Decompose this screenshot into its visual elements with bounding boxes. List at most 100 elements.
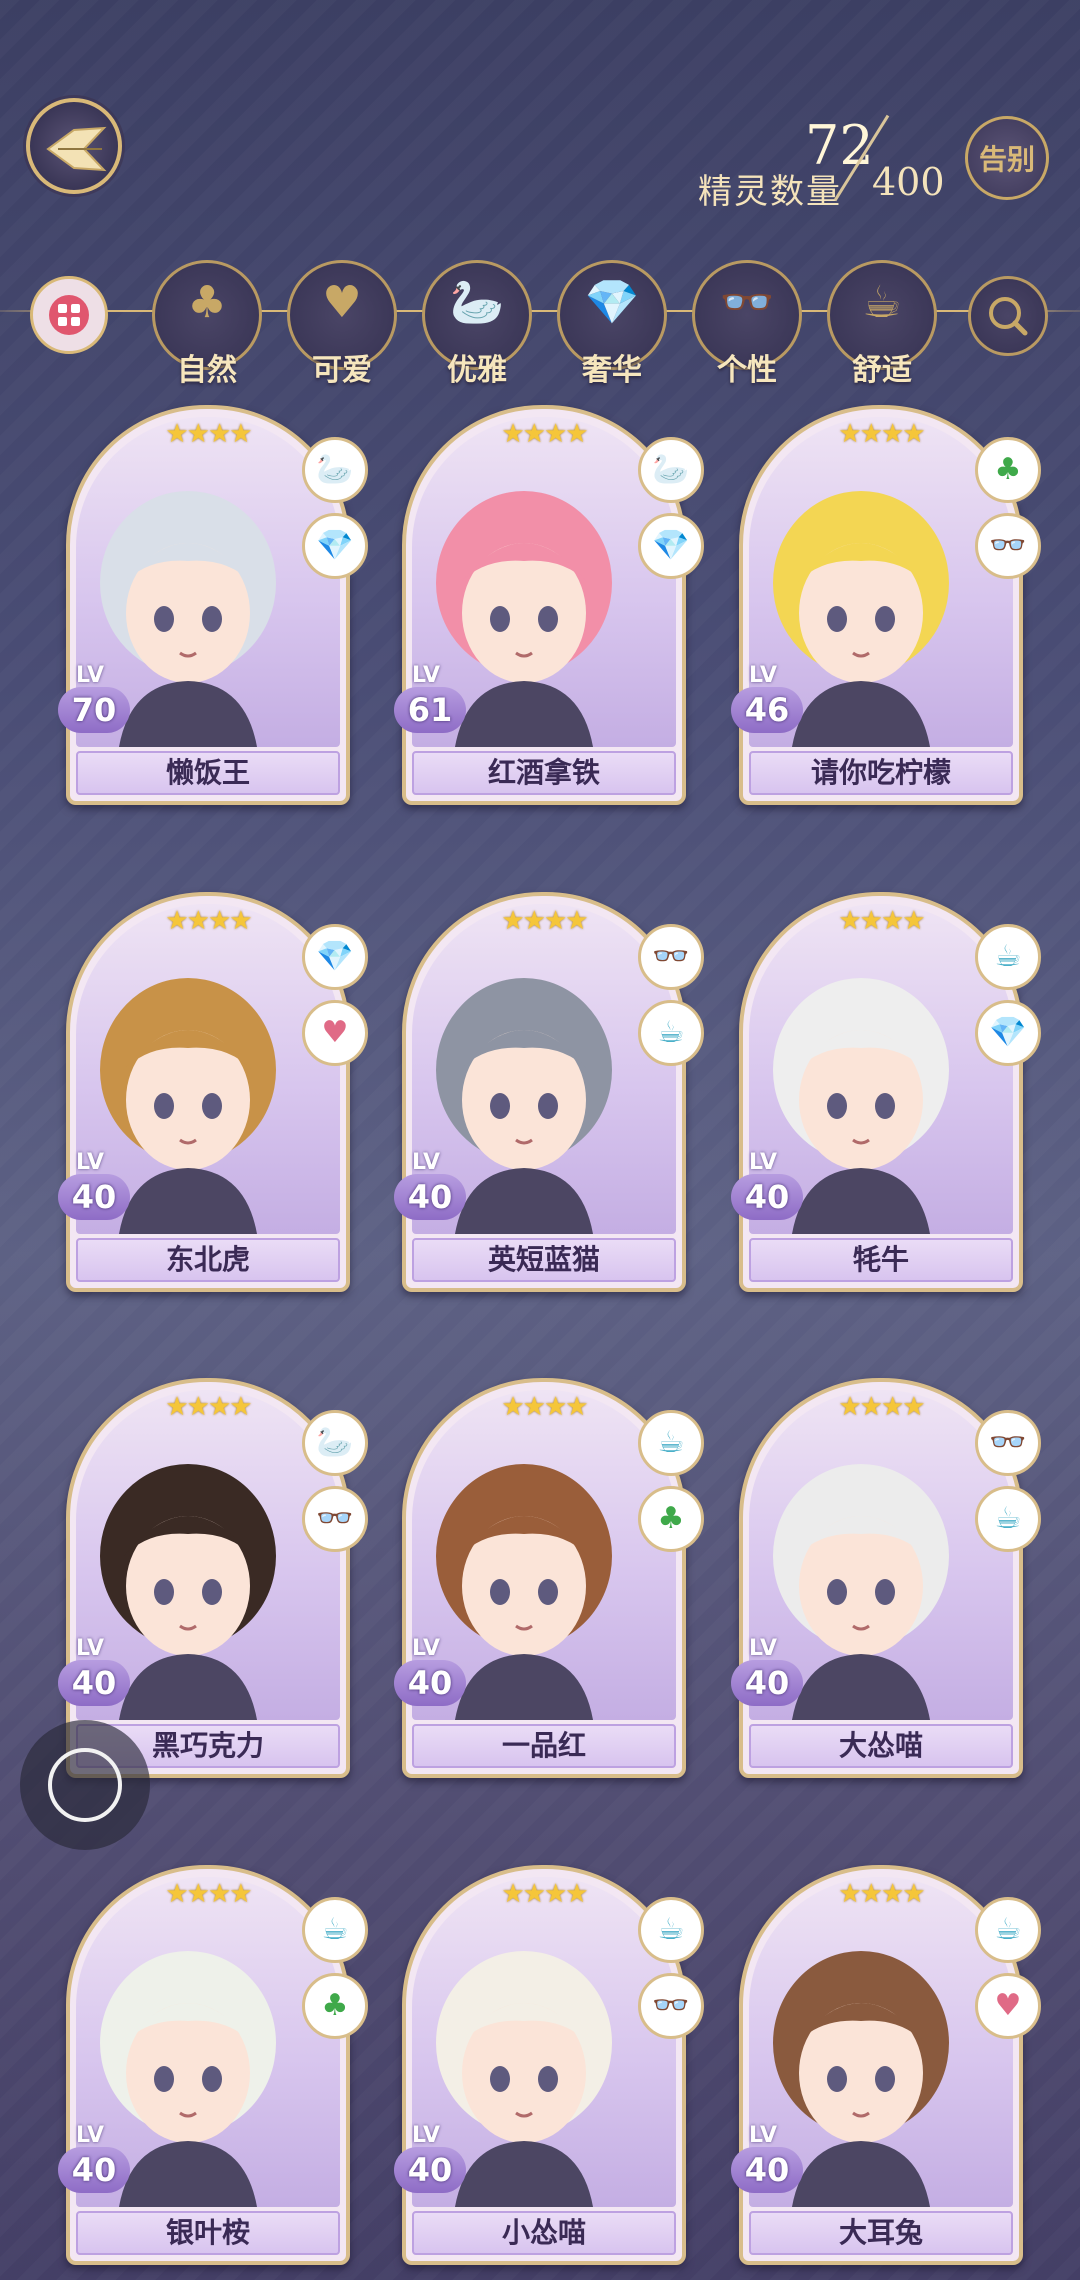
- level-badge: LV 40: [394, 2123, 474, 2201]
- level-label: LV: [76, 2123, 105, 2148]
- diamond-icon: 💎: [975, 1000, 1041, 1066]
- spirit-name: 懒饭王: [76, 751, 340, 795]
- filter-nature-label: 自然: [177, 353, 237, 388]
- search-button[interactable]: [968, 276, 1048, 356]
- spirit-name: 一品红: [412, 1724, 676, 1768]
- level-label: LV: [412, 1150, 441, 1175]
- teacup-icon: ☕: [302, 1897, 368, 1963]
- glasses-icon: 👓: [302, 1486, 368, 1552]
- spirit-name: 牦牛: [749, 1238, 1013, 1282]
- teacup-icon: ☕: [862, 277, 902, 328]
- rarity-stars: ★★★★: [838, 419, 925, 449]
- spirit-card[interactable]: ★★★★ 💎 ♥ LV 40 东北虎: [58, 892, 368, 1292]
- back-button[interactable]: [26, 98, 122, 194]
- teacup-icon: ☕: [638, 1000, 704, 1066]
- spirit-count-max: 400: [872, 160, 945, 204]
- filter-cute-label: 可爱: [312, 353, 372, 388]
- glasses-icon: 👓: [975, 1410, 1041, 1476]
- rarity-stars: ★★★★: [165, 1879, 252, 1909]
- heart-icon: ♥: [322, 277, 362, 328]
- level-label: LV: [76, 663, 105, 688]
- level-label: LV: [412, 663, 441, 688]
- glasses-icon: 👓: [975, 513, 1041, 579]
- level-badge: LV 40: [731, 2123, 811, 2201]
- level-badge: LV 40: [394, 1150, 474, 1228]
- level-value: 70: [58, 687, 130, 733]
- filter-elegant[interactable]: 🦢 优雅: [422, 260, 532, 388]
- spirit-name: 大耳兔: [749, 2211, 1013, 2255]
- filter-luxury[interactable]: 💎 奢华: [557, 260, 667, 388]
- rarity-stars: ★★★★: [501, 419, 588, 449]
- filter-cute[interactable]: ♥ 可爱: [287, 260, 397, 388]
- swan-icon: 🦢: [638, 437, 704, 503]
- assist-ring-icon: [48, 1748, 122, 1822]
- swan-icon: 🦢: [302, 1410, 368, 1476]
- level-value: 40: [58, 1660, 130, 1706]
- teacup-icon: ☕: [638, 1897, 704, 1963]
- level-label: LV: [412, 2123, 441, 2148]
- spirit-card[interactable]: ★★★★ ☕ 💎 LV 40 牦牛: [731, 892, 1041, 1292]
- level-value: 40: [58, 1174, 130, 1220]
- level-value: 40: [731, 1174, 803, 1220]
- spirit-card[interactable]: ★★★★ 🦢 💎 LV 61 红酒拿铁: [394, 405, 704, 805]
- teacup-icon: ☕: [975, 1486, 1041, 1552]
- level-badge: LV 40: [731, 1150, 811, 1228]
- level-label: LV: [749, 663, 778, 688]
- filter-comfort-label: 舒适: [852, 353, 912, 388]
- spirit-card[interactable]: ★★★★ ☕ 👓 LV 40 小怂喵: [394, 1865, 704, 2265]
- spirit-name: 银叶桉: [76, 2211, 340, 2255]
- rarity-stars: ★★★★: [838, 1879, 925, 1909]
- spirit-card[interactable]: ★★★★ ♣ 👓 LV 46 请你吃柠檬: [731, 405, 1041, 805]
- level-label: LV: [412, 1636, 441, 1661]
- spirit-count-current: 72: [805, 114, 874, 177]
- clover-icon: ♣: [638, 1486, 704, 1552]
- teacup-icon: ☕: [975, 1897, 1041, 1963]
- diamond-icon: 💎: [302, 513, 368, 579]
- level-label: LV: [76, 1636, 105, 1661]
- diamond-icon: 💎: [302, 924, 368, 990]
- level-value: 40: [394, 1174, 466, 1220]
- level-value: 46: [731, 687, 803, 733]
- filter-comfort[interactable]: ☕ 舒适: [827, 260, 937, 388]
- filter-all-button[interactable]: [30, 276, 108, 354]
- filter-elegant-label: 优雅: [447, 353, 507, 388]
- level-label: LV: [749, 1636, 778, 1661]
- level-value: 40: [58, 2147, 130, 2193]
- spirit-card[interactable]: ★★★★ ☕ ♥ LV 40 大耳兔: [731, 1865, 1041, 2265]
- heart-icon: ♥: [302, 1000, 368, 1066]
- level-badge: LV 46: [731, 663, 811, 741]
- floating-assist-button[interactable]: [20, 1720, 150, 1850]
- rarity-stars: ★★★★: [501, 906, 588, 936]
- filter-nature[interactable]: ♣ 自然: [152, 260, 262, 388]
- level-badge: LV 40: [58, 1636, 138, 1714]
- level-value: 40: [394, 2147, 466, 2193]
- spirit-name: 东北虎: [76, 1238, 340, 1282]
- filter-personality-label: 个性: [717, 353, 777, 388]
- level-value: 40: [731, 1660, 803, 1706]
- spirit-name: 小怂喵: [412, 2211, 676, 2255]
- level-badge: LV 70: [58, 663, 138, 741]
- clover-icon: ♣: [302, 1973, 368, 2039]
- spirit-name: 英短蓝猫: [412, 1238, 676, 1282]
- rarity-stars: ★★★★: [501, 1879, 588, 1909]
- level-badge: LV 61: [394, 663, 474, 741]
- filter-personality[interactable]: 👓 个性: [692, 260, 802, 388]
- spirit-card[interactable]: ★★★★ 🦢 💎 LV 70 懒饭王: [58, 405, 368, 805]
- rarity-stars: ★★★★: [165, 1392, 252, 1422]
- level-label: LV: [749, 2123, 778, 2148]
- spirit-count: 精灵数量 72 400: [690, 108, 950, 212]
- clover-icon: ♣: [187, 277, 227, 328]
- level-value: 61: [394, 687, 466, 733]
- level-label: LV: [749, 1150, 778, 1175]
- spirit-card[interactable]: ★★★★ 🦢 👓 LV 40 黑巧克力: [58, 1378, 368, 1778]
- heart-icon: ♥: [975, 1973, 1041, 2039]
- spirit-card[interactable]: ★★★★ ☕ ♣ LV 40 一品红: [394, 1378, 704, 1778]
- glasses-icon: 👓: [638, 1973, 704, 2039]
- diamond-icon: 💎: [584, 277, 640, 328]
- rarity-stars: ★★★★: [838, 1392, 925, 1422]
- spirit-card[interactable]: ★★★★ 👓 ☕ LV 40 英短蓝猫: [394, 892, 704, 1292]
- spirit-card[interactable]: ★★★★ 👓 ☕ LV 40 大怂喵: [731, 1378, 1041, 1778]
- spirit-card[interactable]: ★★★★ ☕ ♣ LV 40 银叶桉: [58, 1865, 368, 2265]
- farewell-button[interactable]: 告别: [965, 116, 1049, 200]
- spirit-name: 请你吃柠檬: [749, 751, 1013, 795]
